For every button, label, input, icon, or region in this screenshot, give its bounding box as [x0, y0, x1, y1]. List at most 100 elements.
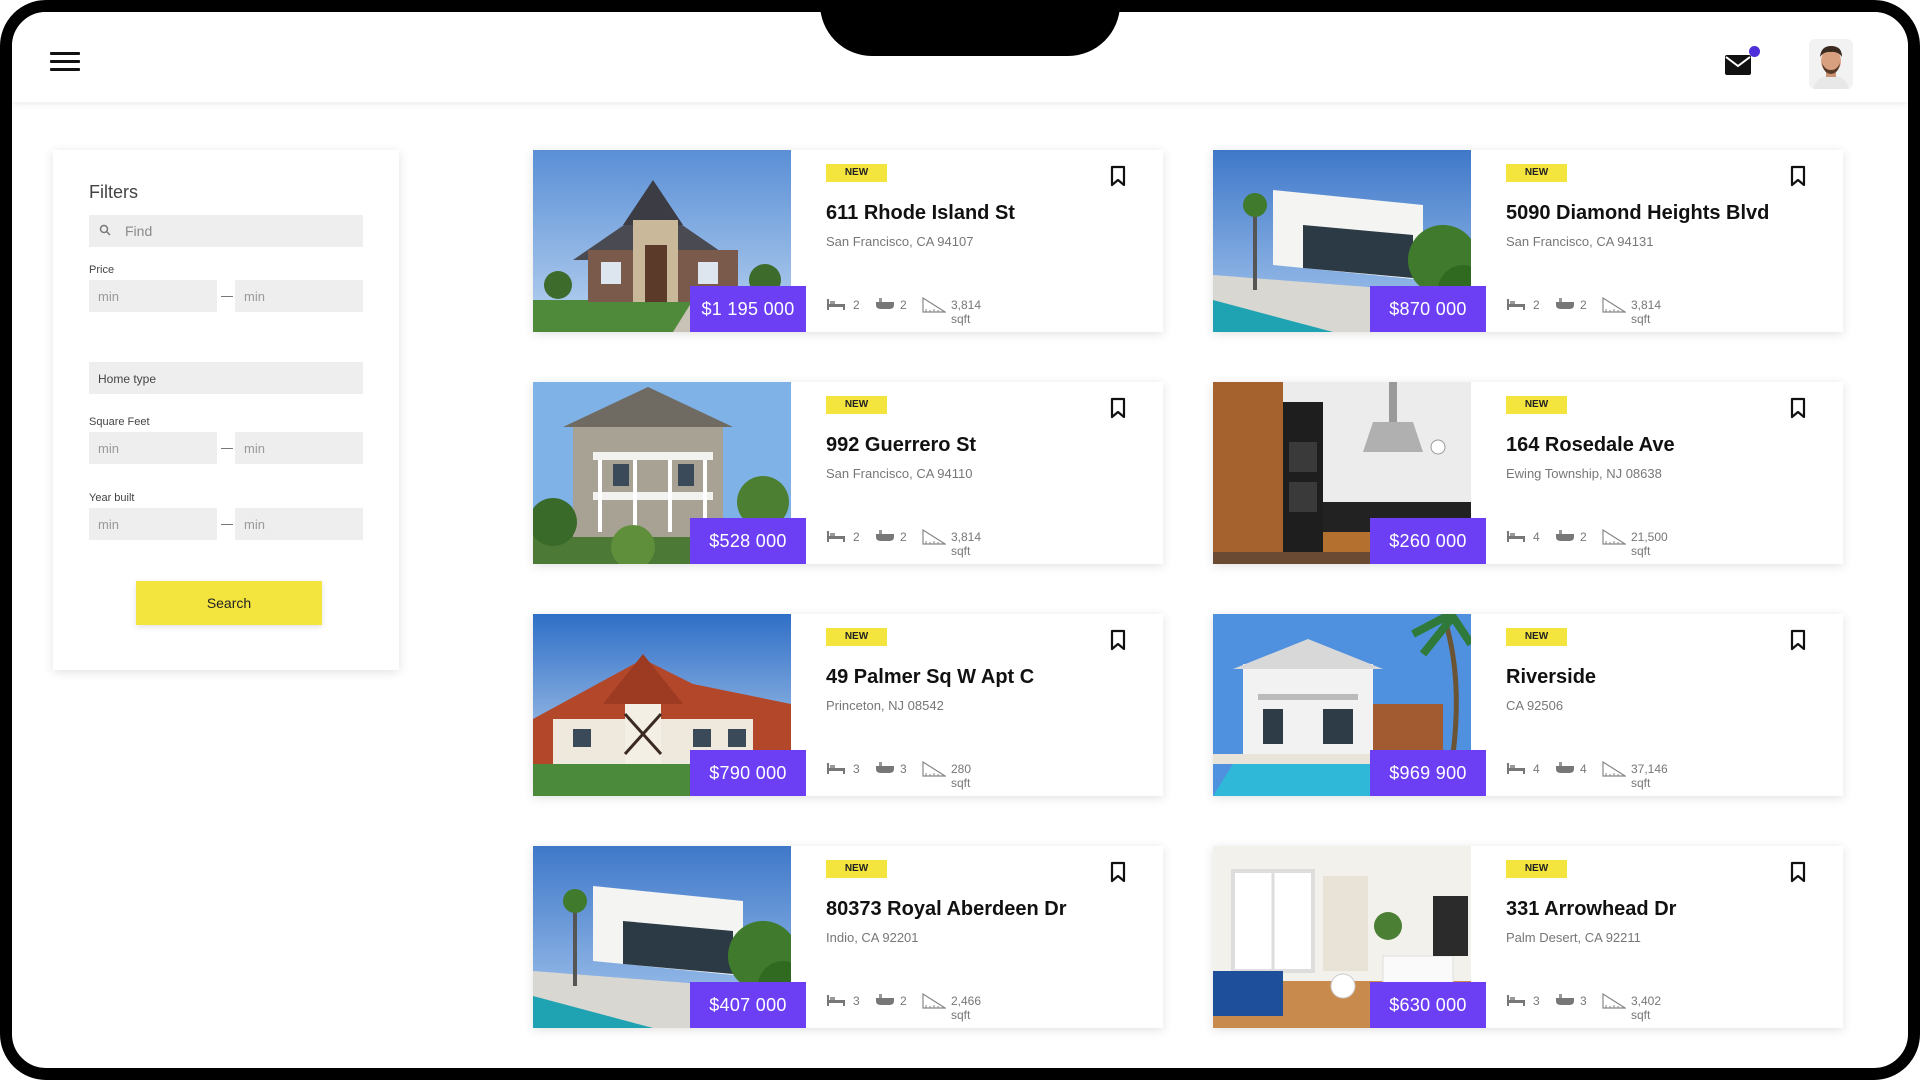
bath-icon: [875, 993, 895, 1010]
listing-address[interactable]: 992 Guerrero St: [826, 434, 976, 457]
listing-city: Palm Desert, CA 92211: [1506, 930, 1641, 945]
new-badge: NEW: [826, 860, 887, 878]
listing-address[interactable]: 80373 Royal Aberdeen Dr: [826, 898, 1066, 921]
bookmark-icon[interactable]: [1788, 860, 1808, 884]
bookmark-icon[interactable]: [1788, 164, 1808, 188]
listing-card[interactable]: $969 900 NEW Riverside CA 92506 4 4 37,1…: [1213, 614, 1843, 796]
beds-count: 2: [1533, 298, 1540, 312]
bath-icon: [875, 761, 895, 778]
area-icon: [1602, 992, 1628, 1012]
listing-card[interactable]: $1 195 000 NEW 611 Rhode Island St San F…: [533, 150, 1163, 332]
listing-address[interactable]: Riverside: [1506, 666, 1596, 689]
listing-address[interactable]: 5090 Diamond Heights Blvd: [1506, 202, 1769, 225]
baths-count: 4: [1580, 762, 1587, 776]
beds-count: 2: [853, 298, 860, 312]
bed-icon: [1506, 993, 1526, 1010]
year-built-label: Year built: [89, 492, 135, 504]
find-field[interactable]: [89, 215, 363, 247]
area-value: 3,814 sqft: [1631, 298, 1662, 326]
listing-city: San Francisco, CA 94110: [826, 466, 973, 481]
beds-count: 3: [1533, 994, 1540, 1008]
search-icon: [99, 224, 111, 236]
listing-address[interactable]: 611 Rhode Island St: [826, 202, 1015, 225]
area-icon: [1602, 760, 1628, 780]
bath-icon: [875, 297, 895, 314]
bath-icon: [1555, 529, 1575, 546]
filters-title: Filters: [89, 182, 138, 202]
area-icon: [922, 760, 948, 780]
hamburger-menu-icon[interactable]: [50, 52, 80, 74]
listing-card[interactable]: $870 000 NEW 5090 Diamond Heights Blvd S…: [1213, 150, 1843, 332]
listing-card[interactable]: $630 000 NEW 331 Arrowhead Dr Palm Deser…: [1213, 846, 1843, 1028]
price-min-input[interactable]: [89, 280, 217, 312]
year-max-input[interactable]: [235, 508, 363, 540]
bookmark-icon[interactable]: [1788, 396, 1808, 420]
baths-count: 2: [1580, 298, 1587, 312]
bookmark-icon[interactable]: [1108, 860, 1128, 884]
area-value: 21,500 sqft: [1631, 530, 1668, 558]
bath-icon: [1555, 297, 1575, 314]
notification-dot: [1749, 46, 1760, 57]
listing-card[interactable]: $790 000 NEW 49 Palmer Sq W Apt C Prince…: [533, 614, 1163, 796]
area-value: 3,814 sqft: [951, 298, 982, 326]
listing-price: $870 000: [1370, 286, 1486, 332]
bookmark-icon[interactable]: [1108, 628, 1128, 652]
home-type-select[interactable]: Home type: [89, 362, 363, 394]
beds-count: 4: [1533, 762, 1540, 776]
bed-icon: [826, 297, 846, 314]
bed-icon: [826, 529, 846, 546]
bed-icon: [1506, 297, 1526, 314]
listing-address[interactable]: 164 Rosedale Ave: [1506, 434, 1675, 457]
area-icon: [1602, 528, 1628, 548]
mail-icon[interactable]: [1725, 46, 1760, 76]
range-dash: [221, 448, 233, 449]
beds-count: 2: [853, 530, 860, 544]
listing-city: Ewing Township, NJ 08638: [1506, 466, 1662, 481]
sqft-max-input[interactable]: [235, 432, 363, 464]
listing-city: CA 92506: [1506, 698, 1564, 713]
area-icon: [922, 992, 948, 1012]
device-frame: Filters Price Home type Square Feet Year…: [0, 0, 1920, 1080]
new-badge: NEW: [1506, 860, 1567, 878]
bookmark-icon[interactable]: [1108, 396, 1128, 420]
range-dash: [221, 524, 233, 525]
new-badge: NEW: [826, 396, 887, 414]
beds-count: 3: [853, 762, 860, 776]
bookmark-icon[interactable]: [1788, 628, 1808, 652]
listing-card[interactable]: $528 000 NEW 992 Guerrero St San Francis…: [533, 382, 1163, 564]
avatar[interactable]: [1809, 39, 1853, 89]
area-icon: [922, 528, 948, 548]
year-min-input[interactable]: [89, 508, 217, 540]
sqft-min-input[interactable]: [89, 432, 217, 464]
filters-panel: Filters Price Home type Square Feet Year…: [53, 150, 399, 670]
search-button[interactable]: Search: [136, 581, 322, 625]
baths-count: 2: [1580, 530, 1587, 544]
bed-icon: [1506, 761, 1526, 778]
area-icon: [922, 296, 948, 316]
listing-city: Indio, CA 92201: [826, 930, 919, 945]
new-badge: NEW: [826, 164, 887, 182]
listing-price: $790 000: [690, 750, 806, 796]
area-value: 3,402 sqft: [1631, 994, 1662, 1022]
baths-count: 3: [1580, 994, 1587, 1008]
new-badge: NEW: [1506, 164, 1567, 182]
listing-address[interactable]: 49 Palmer Sq W Apt C: [826, 666, 1034, 689]
listing-price: $630 000: [1370, 982, 1486, 1028]
bed-icon: [826, 761, 846, 778]
listing-city: San Francisco, CA 94107: [826, 234, 974, 249]
baths-count: 2: [900, 530, 907, 544]
listing-card[interactable]: $407 000 NEW 80373 Royal Aberdeen Dr Ind…: [533, 846, 1163, 1028]
price-max-input[interactable]: [235, 280, 363, 312]
bed-icon: [826, 993, 846, 1010]
area-icon: [1602, 296, 1628, 316]
new-badge: NEW: [826, 628, 887, 646]
beds-count: 3: [853, 994, 860, 1008]
listing-price: $1 195 000: [690, 286, 806, 332]
bookmark-icon[interactable]: [1108, 164, 1128, 188]
baths-count: 2: [900, 298, 907, 312]
bed-icon: [1506, 529, 1526, 546]
baths-count: 2: [900, 994, 907, 1008]
find-input[interactable]: [125, 215, 355, 247]
listing-address[interactable]: 331 Arrowhead Dr: [1506, 898, 1676, 921]
listing-card[interactable]: $260 000 NEW 164 Rosedale Ave Ewing Town…: [1213, 382, 1843, 564]
